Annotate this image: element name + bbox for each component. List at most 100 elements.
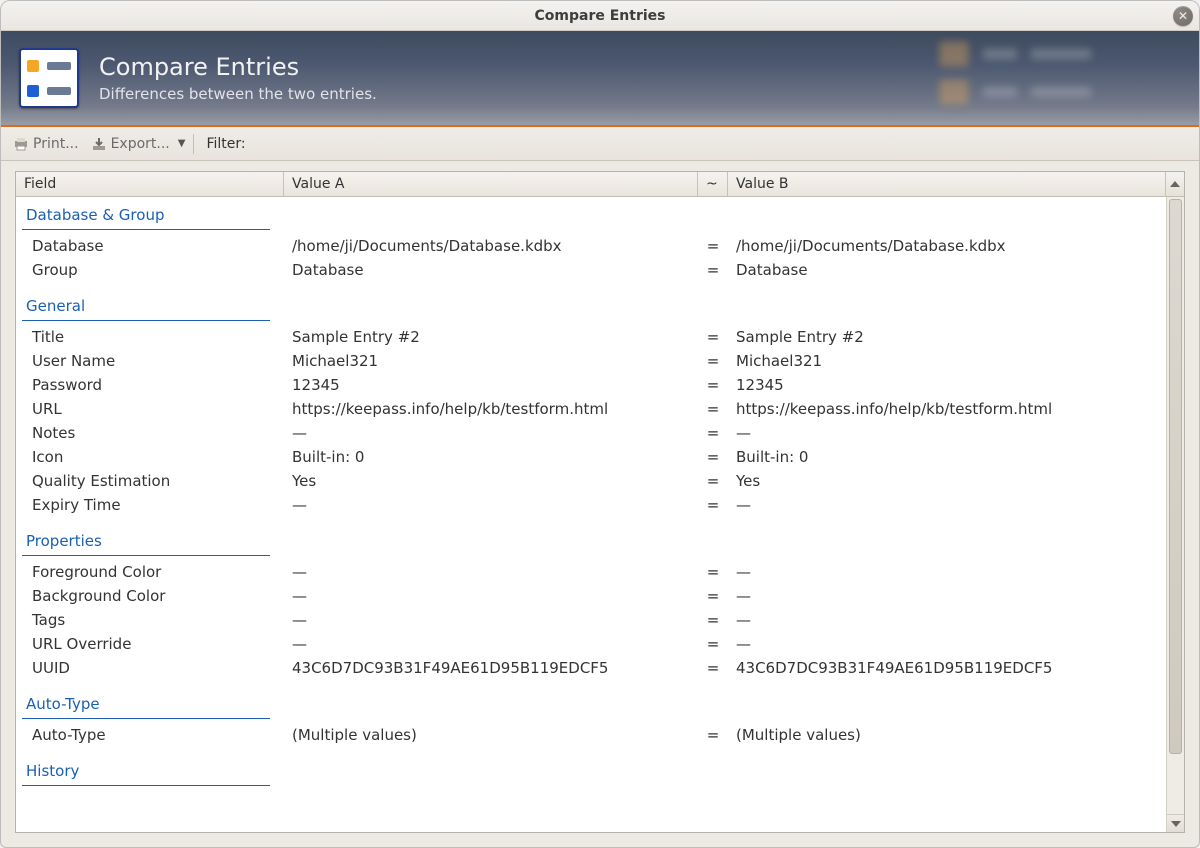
table-row[interactable]: URL Override—=— [16,632,1166,656]
table-row[interactable]: GroupDatabase=Database [16,258,1166,282]
table-row[interactable]: IconBuilt-in: 0=Built-in: 0 [16,445,1166,469]
cell-operator: = [698,469,728,493]
cell-value-a: — [284,493,698,517]
cell-value-a: — [284,584,698,608]
cell-field: Expiry Time [16,493,284,517]
cell-field: Notes [16,421,284,445]
cell-value-a: Built-in: 0 [284,445,698,469]
cell-value-b: — [728,608,1166,632]
cell-value-a: Michael321 [284,349,698,373]
cell-value-b: Database [728,258,1166,282]
section-header: Database & Group [16,197,1166,229]
vertical-scrollbar[interactable] [1166,197,1184,832]
cell-field: Background Color [16,584,284,608]
cell-value-b: — [728,584,1166,608]
cell-field: Quality Estimation [16,469,284,493]
cell-value-a: /home/ji/Documents/Database.kdbx [284,234,698,258]
section-underline [22,718,270,719]
cell-field: User Name [16,349,284,373]
cell-value-a: — [284,608,698,632]
cell-operator: = [698,234,728,258]
table-row[interactable]: User NameMichael321=Michael321 [16,349,1166,373]
section-title: Auto-Type [16,686,284,718]
section-header: History [16,753,1166,785]
table-row[interactable]: Quality EstimationYes=Yes [16,469,1166,493]
banner-subtitle: Differences between the two entries. [99,85,377,103]
banner-title: Compare Entries [99,53,377,82]
toolbar: Print... Export... ▼ Filter: [1,127,1199,161]
cell-operator: = [698,445,728,469]
table-row[interactable]: UUID43C6D7DC93B31F49AE61D95B119EDCF5=43C… [16,656,1166,680]
cell-value-a: Database [284,258,698,282]
print-button[interactable]: Print... [7,134,85,154]
export-button[interactable]: Export... [85,134,176,154]
cell-field: URL [16,397,284,421]
cell-operator: = [698,584,728,608]
cell-operator: = [698,258,728,282]
table-row[interactable]: Database/home/ji/Documents/Database.kdbx… [16,234,1166,258]
col-operator[interactable]: ~ [698,172,728,196]
table-row[interactable]: Tags—=— [16,608,1166,632]
section-title: General [16,288,284,320]
table-row[interactable]: TitleSample Entry #2=Sample Entry #2 [16,325,1166,349]
section-header: General [16,288,1166,320]
section-underline [22,229,270,230]
cell-value-b: 43C6D7DC93B31F49AE61D95B119EDCF5 [728,656,1166,680]
cell-field: Tags [16,608,284,632]
cell-field: Title [16,325,284,349]
table-row[interactable]: Foreground Color—=— [16,560,1166,584]
cell-value-b: (Multiple values) [728,723,1166,747]
cell-value-a: https://keepass.info/help/kb/testform.ht… [284,397,698,421]
table-row[interactable]: Expiry Time—=— [16,493,1166,517]
col-value-a[interactable]: Value A [284,172,698,196]
cell-operator: = [698,373,728,397]
close-icon: ✕ [1178,10,1188,22]
cell-value-a: Sample Entry #2 [284,325,698,349]
cell-field: Icon [16,445,284,469]
close-button[interactable]: ✕ [1173,6,1193,26]
cell-field: Foreground Color [16,560,284,584]
section-title: Properties [16,523,284,555]
table-row[interactable]: Auto-Type(Multiple values)=(Multiple val… [16,723,1166,747]
print-label: Print... [33,136,79,152]
content-area: Field Value A ~ Value B Database & Group… [15,171,1185,833]
cell-operator: = [698,397,728,421]
scroll-up-button[interactable] [1166,172,1184,196]
col-field[interactable]: Field [16,172,284,196]
cell-value-a: 43C6D7DC93B31F49AE61D95B119EDCF5 [284,656,698,680]
cell-field: Group [16,258,284,282]
section-header: Auto-Type [16,686,1166,718]
table-row[interactable]: Password12345=12345 [16,373,1166,397]
cell-value-b: https://keepass.info/help/kb/testform.ht… [728,397,1166,421]
table-row[interactable]: Background Color—=— [16,584,1166,608]
header-banner: Compare Entries Differences between the … [1,31,1199,127]
cell-value-a: — [284,560,698,584]
print-icon [13,137,29,151]
cell-value-b: Michael321 [728,349,1166,373]
col-value-b[interactable]: Value B [728,172,1166,196]
cell-field: Auto-Type [16,723,284,747]
cell-value-b: Yes [728,469,1166,493]
cell-operator: = [698,723,728,747]
toolbar-separator [193,134,194,154]
scroll-down-button[interactable] [1167,814,1184,832]
cell-field: Database [16,234,284,258]
filter-label: Filter: [206,136,245,152]
cell-value-a: — [284,632,698,656]
compare-list-icon [19,48,79,108]
rows-viewport: Database & Group Database/home/ji/Documen… [16,197,1184,832]
section-title: Database & Group [16,197,284,229]
cell-value-a: 12345 [284,373,698,397]
cell-value-a: (Multiple values) [284,723,698,747]
export-label: Export... [111,136,170,152]
scrollbar-thumb[interactable] [1169,199,1182,754]
cell-value-b: 12345 [728,373,1166,397]
column-headers: Field Value A ~ Value B [16,172,1184,197]
table-row[interactable]: Notes—=— [16,421,1166,445]
cell-value-b: — [728,493,1166,517]
cell-operator: = [698,349,728,373]
export-dropdown[interactable]: ▼ [176,138,188,149]
banner-text: Compare Entries Differences between the … [99,53,377,104]
table-row[interactable]: URLhttps://keepass.info/help/kb/testform… [16,397,1166,421]
section-underline [22,320,270,321]
